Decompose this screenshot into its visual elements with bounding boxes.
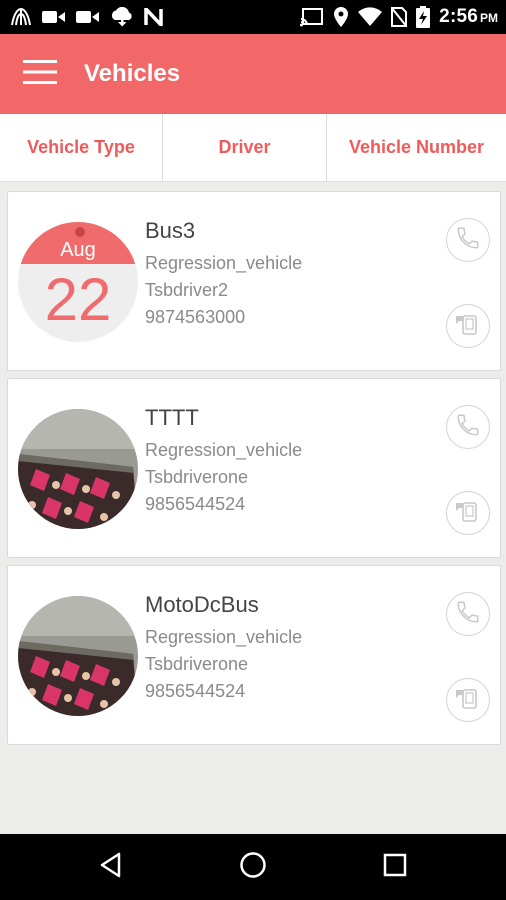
driver-name: Tsbdriverone	[145, 467, 249, 487]
vehicle-type: Regression_vehicle	[145, 627, 303, 647]
driver-name: Tsbdriverone	[145, 654, 249, 674]
tab-vehicle-type[interactable]: Vehicle Type	[0, 114, 163, 181]
call-button[interactable]	[446, 592, 490, 636]
n-icon	[144, 8, 164, 26]
vehicle-card[interactable]: TTTT Regression_vehicle Tsbdriverone 985…	[7, 378, 501, 558]
navigation-bar	[0, 834, 506, 900]
time-text: 2:56	[439, 6, 478, 27]
status-bar: 2:56 PM	[0, 0, 506, 34]
call-button[interactable]	[446, 218, 490, 262]
cast-icon	[300, 7, 324, 27]
vehicle-type: Regression_vehicle	[145, 253, 303, 273]
menu-button[interactable]	[0, 34, 80, 114]
app-bar: Vehicles	[0, 34, 506, 114]
message-button[interactable]	[446, 491, 490, 535]
battery-charging-icon	[416, 6, 431, 28]
driver-phone: 9856544524	[145, 681, 246, 701]
back-icon	[99, 852, 123, 883]
tab-vehicle-number[interactable]: Vehicle Number	[327, 114, 506, 181]
vehicle-info: MotoDcBus Regression_vehicle Tsbdriveron…	[145, 592, 302, 705]
vehicle-name: MotoDcBus	[145, 592, 259, 617]
location-icon	[333, 7, 349, 27]
tab-driver[interactable]: Driver	[163, 114, 327, 181]
vehicle-avatar: Aug 22	[18, 222, 138, 342]
vehicle-avatar	[18, 596, 138, 716]
video-icon	[42, 9, 66, 25]
phone-icon	[455, 225, 481, 256]
avatar-month: Aug	[60, 239, 96, 261]
ampm-text: PM	[480, 11, 498, 25]
driver-phone: 9874563000	[145, 307, 246, 327]
avatar-day: 22	[45, 266, 112, 333]
vehicle-list: Aug 22 Bus3 Regression_vehicle Tsbdriver…	[0, 182, 506, 834]
home-icon	[239, 851, 267, 884]
vehicle-name: Bus3	[145, 218, 196, 243]
call-button[interactable]	[446, 405, 490, 449]
stocks-icon	[10, 7, 32, 27]
phone-message-icon	[454, 684, 482, 717]
video-icon	[76, 9, 100, 25]
recents-icon	[383, 853, 407, 882]
phone-icon	[455, 412, 481, 443]
page-title: Vehicles	[84, 60, 181, 87]
back-button[interactable]	[81, 837, 141, 897]
no-sim-icon	[391, 7, 408, 27]
driver-name: Tsbdriver2	[145, 280, 229, 300]
vehicle-card[interactable]: Aug 22 Bus3 Regression_vehicle Tsbdriver…	[7, 191, 501, 371]
vehicle-avatar	[18, 409, 138, 529]
vehicle-info: TTTT Regression_vehicle Tsbdriverone 985…	[145, 405, 302, 518]
driver-phone: 9856544524	[145, 494, 246, 514]
sort-tabs: Vehicle Type Driver Vehicle Number	[0, 114, 506, 182]
status-time: 2:56 PM	[439, 6, 498, 28]
vehicle-info: Bus3 Regression_vehicle Tsbdriver2 98745…	[145, 218, 302, 331]
home-button[interactable]	[223, 837, 283, 897]
vehicle-card[interactable]: MotoDcBus Regression_vehicle Tsbdriveron…	[7, 565, 501, 745]
phone-message-icon	[454, 310, 482, 343]
recents-button[interactable]	[365, 837, 425, 897]
wifi-icon	[358, 7, 383, 27]
vehicle-type: Regression_vehicle	[145, 440, 303, 460]
cloud-download-icon	[110, 7, 134, 27]
menu-icon	[23, 59, 57, 89]
phone-icon	[455, 599, 481, 630]
vehicle-name: TTTT	[145, 405, 199, 430]
message-button[interactable]	[446, 304, 490, 348]
phone-message-icon	[454, 497, 482, 530]
message-button[interactable]	[446, 678, 490, 722]
